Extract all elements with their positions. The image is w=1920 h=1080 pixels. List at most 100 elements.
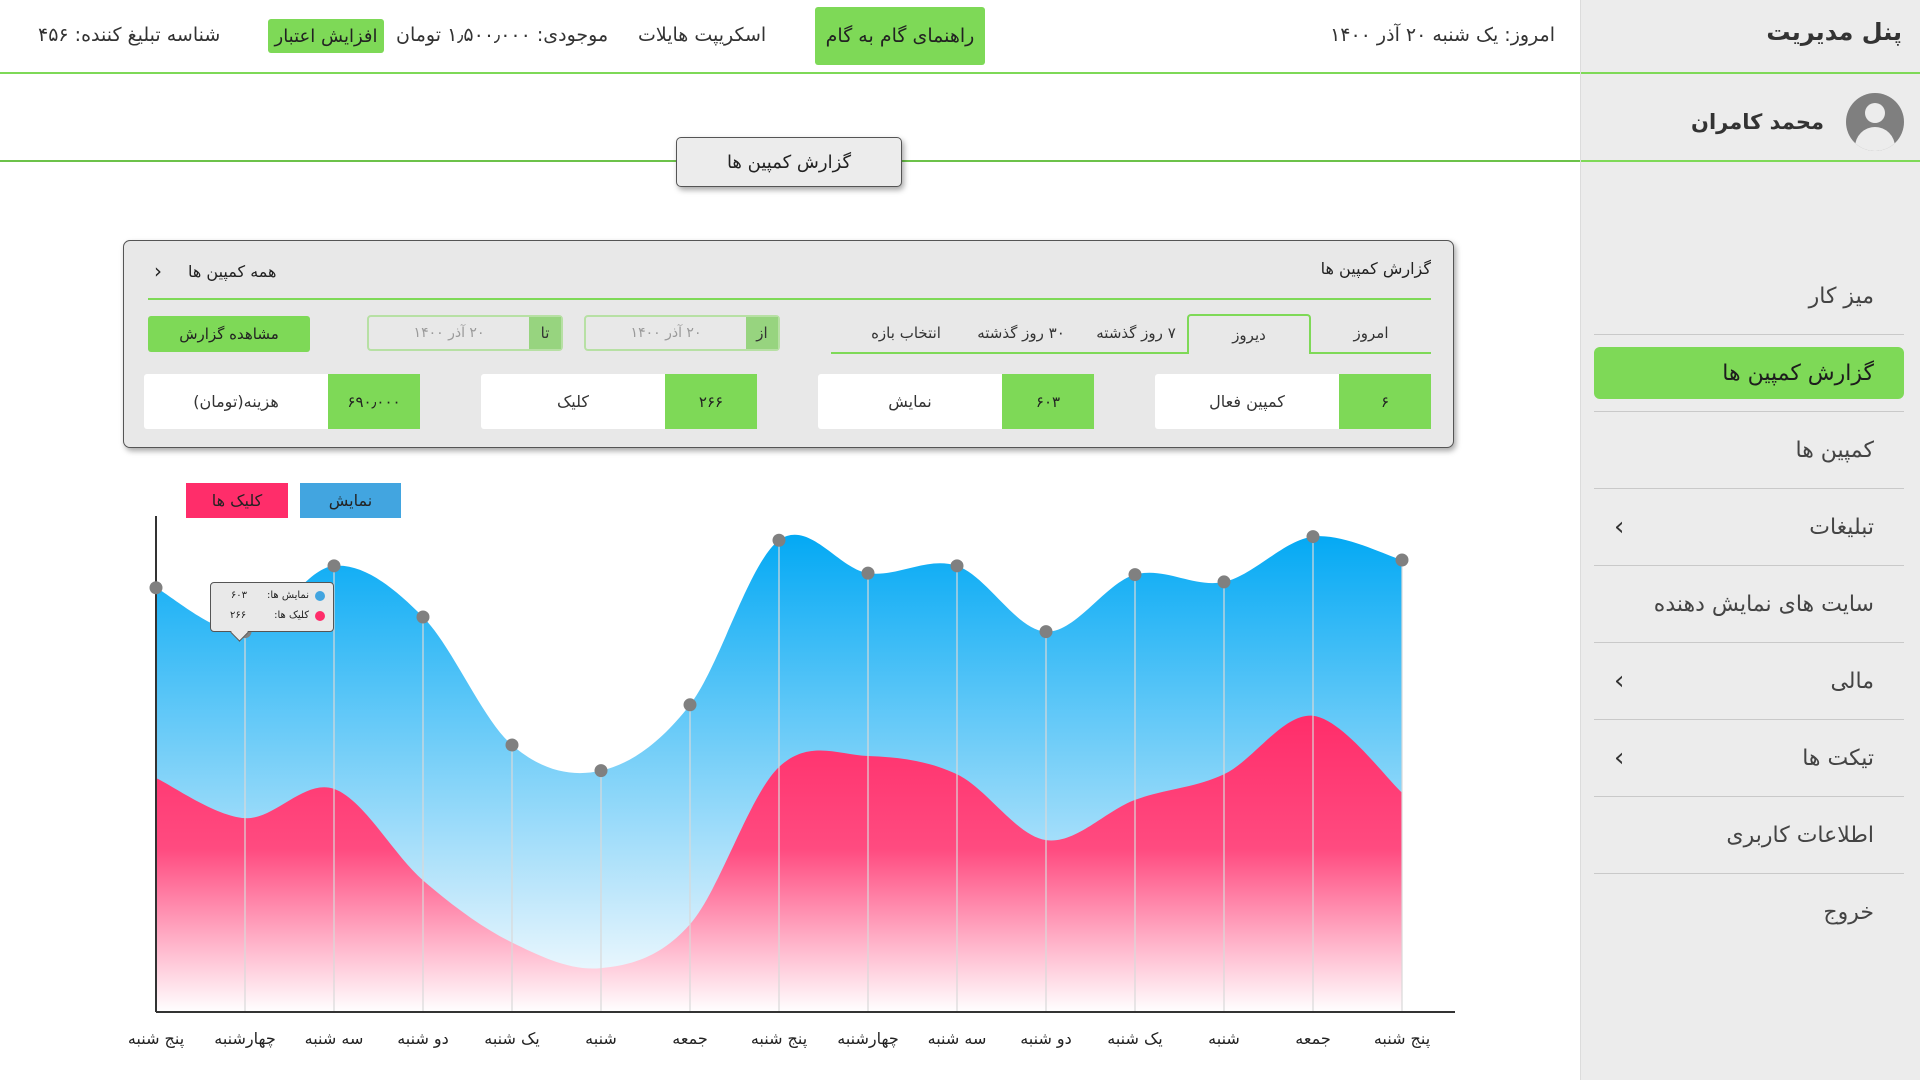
impressions-point[interactable] — [1395, 553, 1409, 567]
report-title: گزارش کمپین ها — [1320, 259, 1431, 278]
tab-last-30-days[interactable]: ۳۰ روز گذشته — [961, 314, 1081, 352]
balance-text: موجودی: ۱٫۵۰۰٫۰۰۰ تومان — [396, 24, 609, 46]
divider — [1581, 72, 1920, 74]
impressions-point[interactable] — [772, 533, 786, 547]
tab-custom-range[interactable]: انتخاب بازه — [851, 314, 961, 352]
sidebar: پنل مدیریت محمد کامران میز کار گزارش کمپ… — [1580, 0, 1920, 1080]
divider — [1581, 160, 1920, 162]
sidebar-item-label: تیکت ها — [1802, 745, 1874, 771]
x-tick-label: سه شنبه — [928, 1029, 987, 1048]
section-title: گزارش کمپین ها — [676, 137, 902, 187]
impressions-point[interactable] — [1039, 625, 1053, 639]
chevron-left-icon: ‹ — [1614, 743, 1625, 773]
tooltip-impressions-value: ۶۰۳ — [230, 590, 247, 601]
from-date-field[interactable]: ۲۰ آذر ۱۴۰۰ از — [584, 315, 780, 351]
stat-value: ۲۶۶ — [665, 374, 757, 429]
sidebar-item-user-info[interactable]: اطلاعات کاربری — [1594, 797, 1904, 874]
tab-last-7-days[interactable]: ۷ روز گذشته — [1081, 314, 1191, 352]
view-report-button[interactable]: مشاهده گزارش — [148, 316, 310, 352]
stat-label: هزینه(تومان) — [193, 392, 279, 411]
report-panel: گزارش کمپین ها همه کمپین ها ‹ امروز دیرو… — [123, 240, 1454, 448]
stat-label: نمایش — [888, 392, 932, 411]
sidebar-item-label: اطلاعات کاربری — [1726, 822, 1874, 848]
impressions-dot-icon — [315, 590, 325, 601]
highlight-script-link[interactable]: اسکریپت هایلات — [638, 24, 766, 46]
sidebar-item-label: گزارش کمپین ها — [1722, 360, 1874, 386]
x-tick-label: پنج شنبه — [1374, 1029, 1430, 1049]
sidebar-item-label: مالی — [1830, 668, 1874, 694]
sidebar-menu: میز کار گزارش کمپین ها کمپین ها ‹ تبلیغا… — [1594, 258, 1904, 951]
stat-active-campaigns: کمپین فعال ۶ — [1155, 374, 1431, 429]
user-name: محمد کامران — [1691, 110, 1824, 134]
x-tick-label: چهارشنبه — [837, 1029, 899, 1049]
today-date: امروز: یک شنبه ۲۰ آذر ۱۴۰۰ — [1330, 24, 1555, 46]
to-date-field[interactable]: ۲۰ آذر ۱۴۰۰ تا — [367, 315, 563, 351]
to-date-value: ۲۰ آذر ۱۴۰۰ — [413, 325, 485, 341]
x-tick-label: جمعه — [672, 1029, 707, 1048]
sidebar-item-tickets[interactable]: ‹ تیکت ها — [1594, 720, 1904, 797]
sidebar-item-campaign-report[interactable]: گزارش کمپین ها — [1594, 347, 1904, 399]
sidebar-item-ads[interactable]: ‹ تبلیغات — [1594, 489, 1904, 566]
tab-today[interactable]: امروز — [1311, 314, 1431, 352]
x-tick-label: دو شنبه — [397, 1029, 449, 1049]
x-tick-label: پنج شنبه — [128, 1029, 184, 1049]
chart-tooltip: نمایش ها: ۶۰۳ کلیک ها: ۲۶۶ — [210, 582, 334, 632]
date-range-tabs: امروز دیروز ۷ روز گذشته ۳۰ روز گذشته انت… — [831, 314, 1431, 354]
impressions-point[interactable] — [950, 559, 964, 573]
user-profile[interactable]: محمد کامران — [1691, 93, 1904, 151]
stat-cost: هزینه(تومان) ۶۹۰٫۰۰۰ — [144, 374, 420, 429]
sidebar-item-label: خروج — [1823, 900, 1874, 925]
impressions-point[interactable] — [861, 566, 875, 580]
stat-impressions: نمایش ۶۰۳ — [818, 374, 1094, 429]
tooltip-clicks-value: ۲۶۶ — [229, 610, 247, 621]
x-tick-label: پنج شنبه — [751, 1029, 807, 1049]
avatar-icon — [1846, 93, 1904, 151]
from-label: از — [746, 317, 778, 349]
impressions-point[interactable] — [505, 738, 519, 752]
top-bar-divider — [0, 72, 1580, 74]
top-bar: امروز: یک شنبه ۲۰ آذر ۱۴۰۰ راهنمای گام ب… — [0, 0, 1580, 72]
impressions-point[interactable] — [1128, 568, 1142, 582]
stat-clicks: کلیک ۲۶۶ — [481, 374, 757, 429]
x-tick-label: یک شنبه — [1107, 1029, 1163, 1048]
impressions-point[interactable] — [149, 581, 163, 595]
impressions-point[interactable] — [1306, 530, 1320, 544]
tab-yesterday[interactable]: دیروز — [1187, 314, 1311, 354]
to-label: تا — [529, 317, 561, 349]
increase-credit-button[interactable]: افزایش اعتبار — [268, 19, 384, 53]
all-campaigns-selector[interactable]: همه کمپین ها ‹ — [154, 259, 276, 283]
x-tick-label: دو شنبه — [1020, 1029, 1072, 1049]
impressions-point[interactable] — [327, 559, 341, 573]
all-campaigns-label: همه کمپین ها — [188, 261, 277, 281]
divider — [148, 298, 1431, 300]
x-tick-label: سه شنبه — [305, 1029, 364, 1048]
sidebar-item-label: میز کار — [1808, 283, 1874, 309]
chevron-left-icon: ‹ — [1614, 666, 1625, 696]
advertiser-id: شناسه تبلیغ کننده: ۴۵۶ — [38, 24, 221, 46]
impressions-point[interactable] — [683, 698, 697, 712]
tooltip-clicks-label: کلیک ها: — [274, 610, 309, 621]
x-tick-label: جمعه — [1295, 1029, 1330, 1048]
stat-label: کمپین فعال — [1209, 392, 1285, 411]
sidebar-item-logout[interactable]: خروج — [1594, 874, 1904, 951]
panel-title: پنل مدیریت — [1766, 18, 1902, 46]
sidebar-item-dashboard[interactable]: میز کار — [1594, 258, 1904, 335]
sidebar-item-publisher-sites[interactable]: سایت های نمایش دهنده — [1594, 566, 1904, 643]
impressions-point[interactable] — [594, 764, 608, 778]
sidebar-item-finance[interactable]: ‹ مالی — [1594, 643, 1904, 720]
sidebar-item-campaign-report-wrap: گزارش کمپین ها — [1594, 335, 1904, 412]
chevron-left-icon: ‹ — [154, 259, 162, 283]
x-tick-label: چهارشنبه — [214, 1029, 276, 1049]
sidebar-item-label: سایت های نمایش دهنده — [1653, 591, 1874, 617]
x-tick-label: شنبه — [1208, 1029, 1240, 1048]
impressions-point[interactable] — [416, 610, 430, 624]
impressions-point[interactable] — [1217, 575, 1231, 589]
stat-value: ۶۰۳ — [1002, 374, 1094, 429]
from-date-value: ۲۰ آذر ۱۴۰۰ — [630, 325, 702, 341]
sidebar-item-campaigns[interactable]: کمپین ها — [1594, 412, 1904, 489]
step-guide-button[interactable]: راهنمای گام به گام — [815, 7, 985, 65]
x-tick-label: شنبه — [585, 1029, 617, 1048]
x-tick-label: یک شنبه — [484, 1029, 540, 1048]
tooltip-impressions-label: نمایش ها: — [266, 590, 309, 601]
stat-value: ۶ — [1339, 374, 1431, 429]
